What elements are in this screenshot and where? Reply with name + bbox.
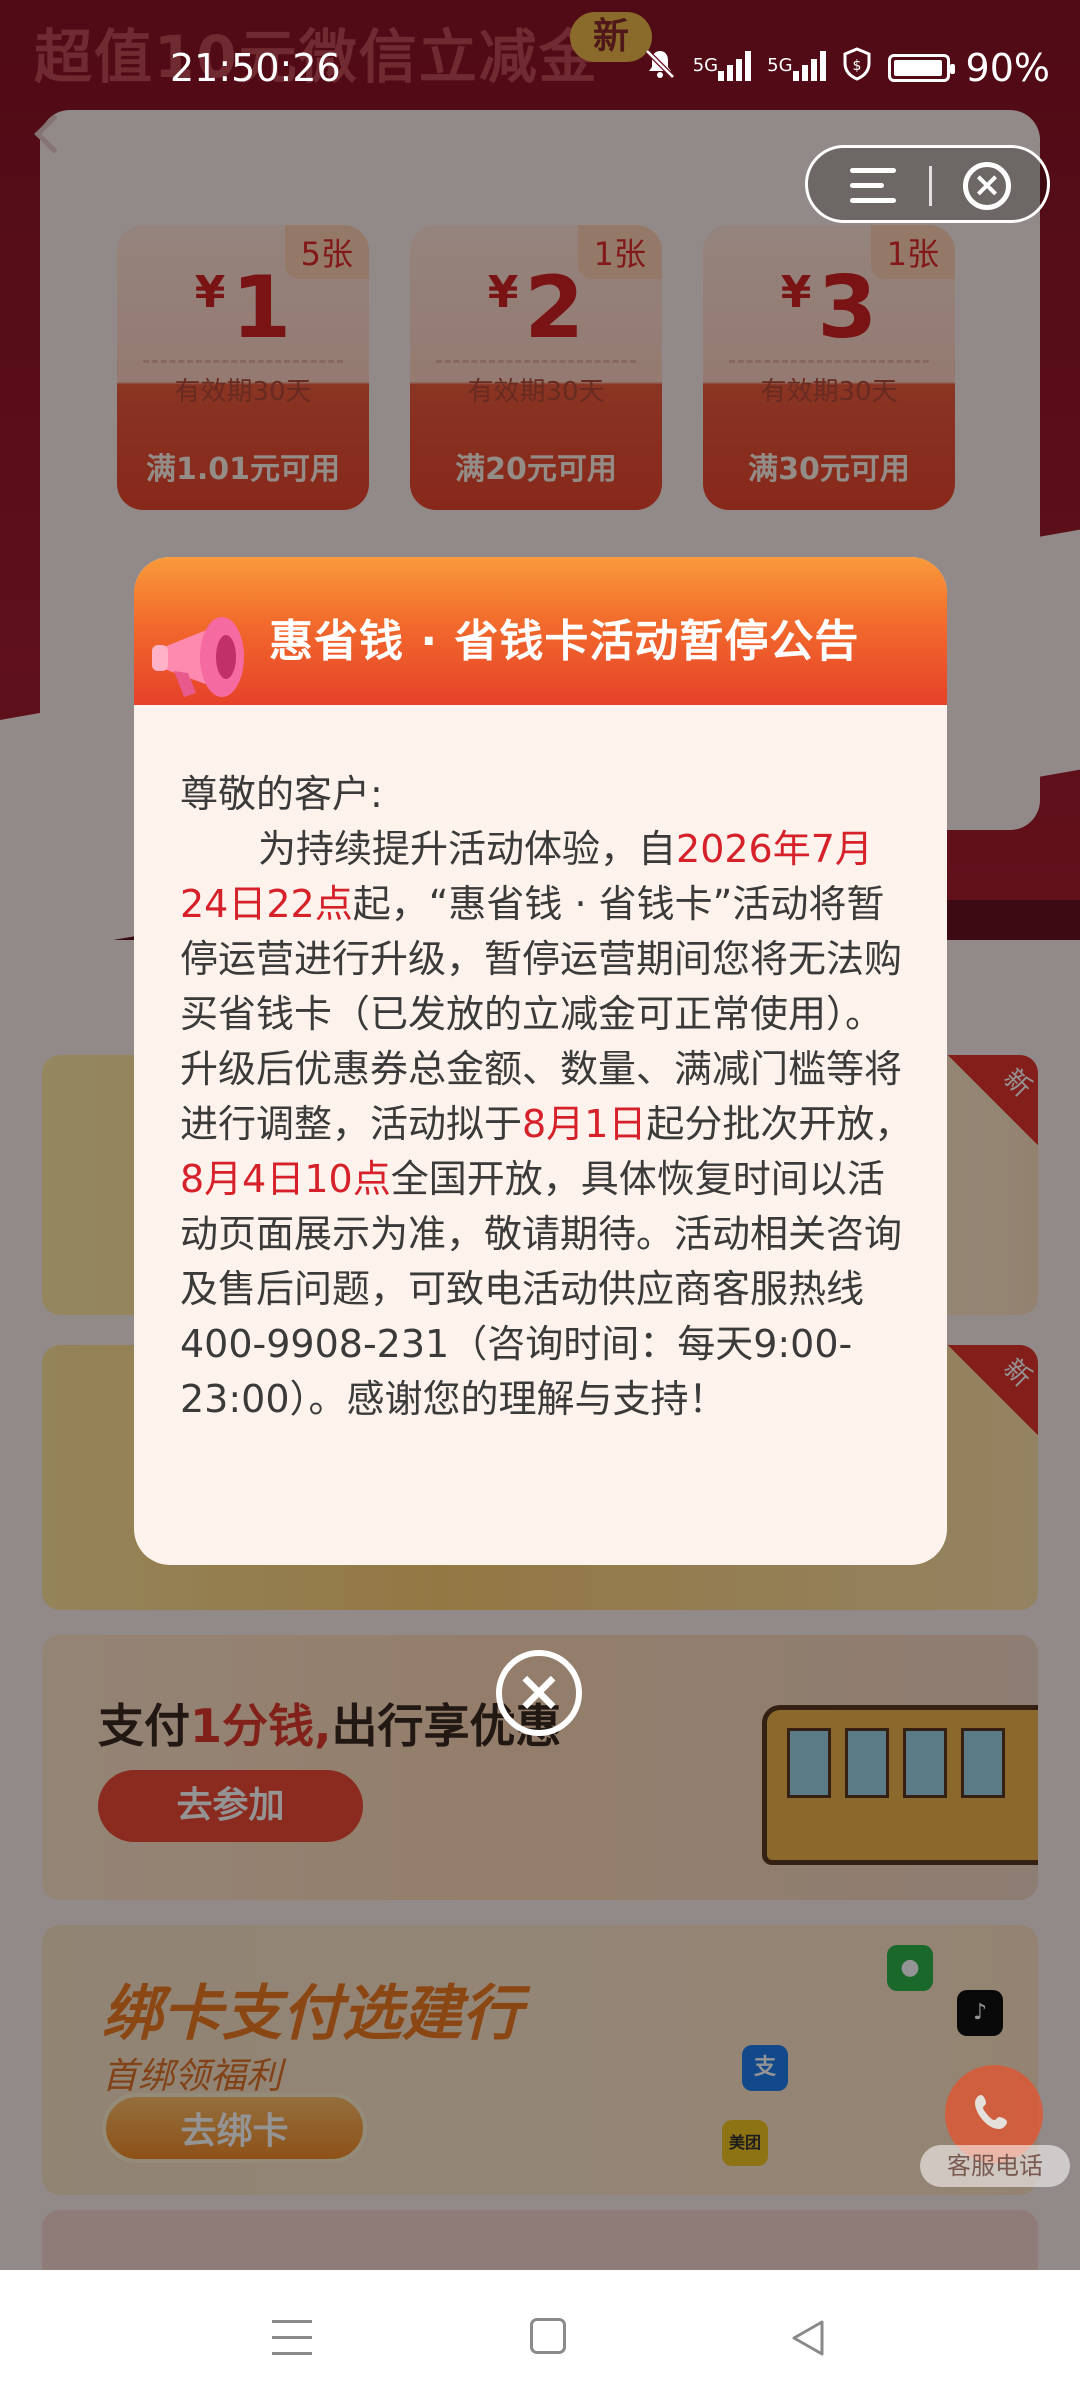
dialog-header: 惠省钱 · 省钱卡活动暂停公告 <box>134 557 947 705</box>
dialog-text: 为持续提升活动体验，自 <box>258 827 677 871</box>
menu-icon[interactable] <box>850 168 896 204</box>
svg-text:$: $ <box>852 58 861 74</box>
dialog-highlight-date: 8月4日10点 <box>180 1157 391 1201</box>
announcement-dialog: 惠省钱 · 省钱卡活动暂停公告 尊敬的客户: 为持续提升活动体验，自2026年7… <box>134 557 947 1565</box>
battery-level: 90% <box>965 46 1050 90</box>
customer-service-label: 客服电话 <box>920 2145 1070 2187</box>
dialog-title: 惠省钱 · 省钱卡活动暂停公告 <box>269 616 860 667</box>
close-mini-program-icon[interactable]: × <box>963 162 1011 210</box>
network-type: 5G <box>692 55 719 76</box>
mute-icon <box>643 46 677 90</box>
home-icon[interactable] <box>530 2318 566 2354</box>
dialog-paragraph: 为持续提升活动体验，自2026年7月24日22点起，“惠省钱 · 省钱卡”活动将… <box>180 822 920 1427</box>
dialog-text: 起分批次开放， <box>646 1102 913 1146</box>
megaphone-icon <box>152 617 244 697</box>
shield-icon: $ <box>842 46 872 90</box>
phone-icon <box>975 2095 1007 2129</box>
network-type: 5G <box>767 55 793 76</box>
status-time: 21:50:26 <box>170 46 341 90</box>
dialog-body: 尊敬的客户: 为持续提升活动体验，自2026年7月24日22点起，“惠省钱 · … <box>180 767 920 1427</box>
capsule-divider <box>929 166 932 206</box>
back-nav-icon[interactable] <box>788 2318 828 2358</box>
dialog-highlight-date: 8月1日 <box>522 1102 647 1146</box>
system-nav-bar <box>0 2270 1080 2400</box>
signal-icon: 5G <box>692 46 752 90</box>
battery-icon <box>887 54 955 82</box>
signal-icon: 5G <box>767 46 826 90</box>
status-bar: 21:50:26 5G 5G $ 90% <box>0 0 1080 140</box>
close-dialog-icon[interactable]: × <box>496 1650 582 1736</box>
mini-program-capsule: × <box>805 145 1050 223</box>
recent-apps-icon[interactable] <box>272 2320 312 2356</box>
status-icons: 5G 5G $ 90% <box>643 46 1050 90</box>
dialog-greeting: 尊敬的客户: <box>180 772 383 816</box>
